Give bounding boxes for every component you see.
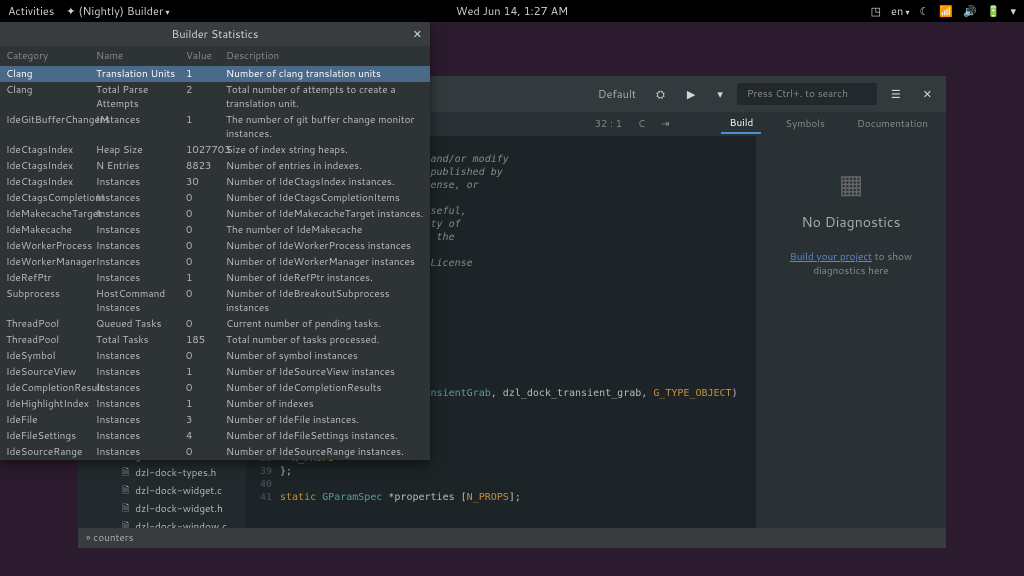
power-menu[interactable]: ▾ [1010, 3, 1016, 19]
tab-build[interactable]: Build [721, 114, 761, 134]
stats-row[interactable]: IdeFileInstances3Number of IdeFile insta… [0, 412, 430, 428]
stats-row[interactable]: IdeWorkerProcessInstances0Number of IdeW… [0, 238, 430, 254]
sidebar-toggle-icon[interactable]: ⇥ [661, 117, 669, 131]
app-menu[interactable]: ✦ (Nightly) Builder [66, 3, 169, 19]
stats-row[interactable]: IdeCompletionResultInstances0Number of I… [0, 380, 430, 396]
top-bar: Activities ✦ (Nightly) Builder Wed Jun 1… [0, 0, 1024, 22]
build-button[interactable]: ⛭ [648, 82, 673, 106]
tray-notification-icon[interactable]: ◳ [871, 3, 881, 19]
stats-row[interactable]: IdeCtagsIndexN Entries8823Number of entr… [0, 158, 430, 174]
config-selector[interactable]: Default [592, 86, 642, 102]
stats-row[interactable]: IdeFileSettingsInstances4Number of IdeFi… [0, 428, 430, 444]
close-button[interactable]: ✕ [915, 82, 940, 106]
diagnostics-title: No Diagnostics [756, 212, 946, 232]
stats-row[interactable]: IdeSourceRangeInstances0Number of IdeSou… [0, 444, 430, 460]
clock[interactable]: Wed Jun 14, 1:27 AM [456, 3, 568, 19]
file-icon [122, 465, 129, 481]
stats-row[interactable]: ThreadPoolTotal Tasks185Total number of … [0, 332, 430, 348]
tree-item[interactable]: dzl-dock-window.c [78, 518, 246, 528]
diagnostics-text: Build your project to show diagnostics h… [756, 250, 946, 278]
popup-title: Builder Statistics [172, 26, 259, 42]
stats-row[interactable]: IdeWorkerManagerInstances0Number of IdeW… [0, 254, 430, 270]
stats-row[interactable]: IdeCtagsIndexInstances30Number of IdeCta… [0, 174, 430, 190]
code-line[interactable]: 41static GParamSpec *properties [N_PROPS… [246, 491, 756, 504]
stats-row[interactable]: IdeHighlightIndexInstances1Number of ind… [0, 396, 430, 412]
stats-row[interactable]: IdeGitBufferChangeMInstances1The number … [0, 112, 430, 142]
build-project-link[interactable]: Build your project [790, 250, 872, 264]
diagnostics-icon: ▦ [756, 166, 946, 202]
diagnostics-panel: ▦ No Diagnostics Build your project to s… [756, 136, 946, 528]
volume-icon[interactable]: 🔊 [963, 3, 977, 19]
lang-indicator[interactable]: en [891, 3, 909, 19]
tree-item[interactable]: dzl-dock-widget.h [78, 500, 246, 518]
battery-icon[interactable]: 🔋 [987, 3, 1001, 19]
night-icon[interactable]: ☾ [919, 3, 929, 19]
cursor-position[interactable]: 32 : 1 [595, 117, 622, 131]
stats-row[interactable]: ThreadPoolQueued Tasks0Current number of… [0, 316, 430, 332]
stats-row[interactable]: IdeRefPtrInstances1Number of IdeRefPtr i… [0, 270, 430, 286]
stats-row[interactable]: IdeCtagsCompletionIInstances0Number of I… [0, 190, 430, 206]
code-line[interactable]: 40 [246, 478, 756, 491]
file-icon [122, 501, 129, 517]
network-icon[interactable]: 📶 [939, 3, 953, 19]
stats-row[interactable]: SubprocessHostCommand Instances0Number o… [0, 286, 430, 316]
menu-button[interactable]: ☰ [883, 82, 909, 106]
file-icon [122, 519, 129, 528]
stats-row[interactable]: IdeMakecacheInstances0The number of IdeM… [0, 222, 430, 238]
file-icon [122, 483, 129, 499]
tree-item[interactable]: dzl-dock-widget.c [78, 482, 246, 500]
tree-item[interactable]: dzl-dock-types.h [78, 464, 246, 482]
stats-row[interactable]: IdeSymbolInstances0Number of symbol inst… [0, 348, 430, 364]
stats-row[interactable]: IdeMakecacheTargetInstances0Number of Id… [0, 206, 430, 222]
run-button[interactable]: ▶ [679, 82, 703, 106]
stats-header: Category Name Value Description [0, 46, 430, 66]
stats-row[interactable]: ClangTotal Parse Attempts2Total number o… [0, 82, 430, 112]
tab-symbols[interactable]: Symbols [777, 115, 833, 133]
stats-row[interactable]: ClangTranslation Units1Number of clang t… [0, 66, 430, 82]
run-menu[interactable]: ▾ [709, 82, 731, 106]
stats-row[interactable]: IdeCtagsIndexHeap Size1027703Size of ind… [0, 142, 430, 158]
activities-button[interactable]: Activities [8, 3, 54, 19]
command-bar[interactable]: » counters [78, 528, 946, 548]
code-line[interactable]: 39}; [246, 465, 756, 478]
stats-row[interactable]: IdeSourceViewInstances1Number of IdeSour… [0, 364, 430, 380]
tab-documentation[interactable]: Documentation [849, 115, 936, 133]
search-input[interactable]: Press Ctrl+. to search [737, 83, 877, 105]
language-mode[interactable]: C [638, 117, 645, 131]
statistics-popup: Builder Statistics ✕ Category Name Value… [0, 22, 430, 460]
close-icon[interactable]: ✕ [413, 26, 422, 42]
popup-header: Builder Statistics ✕ [0, 22, 430, 46]
